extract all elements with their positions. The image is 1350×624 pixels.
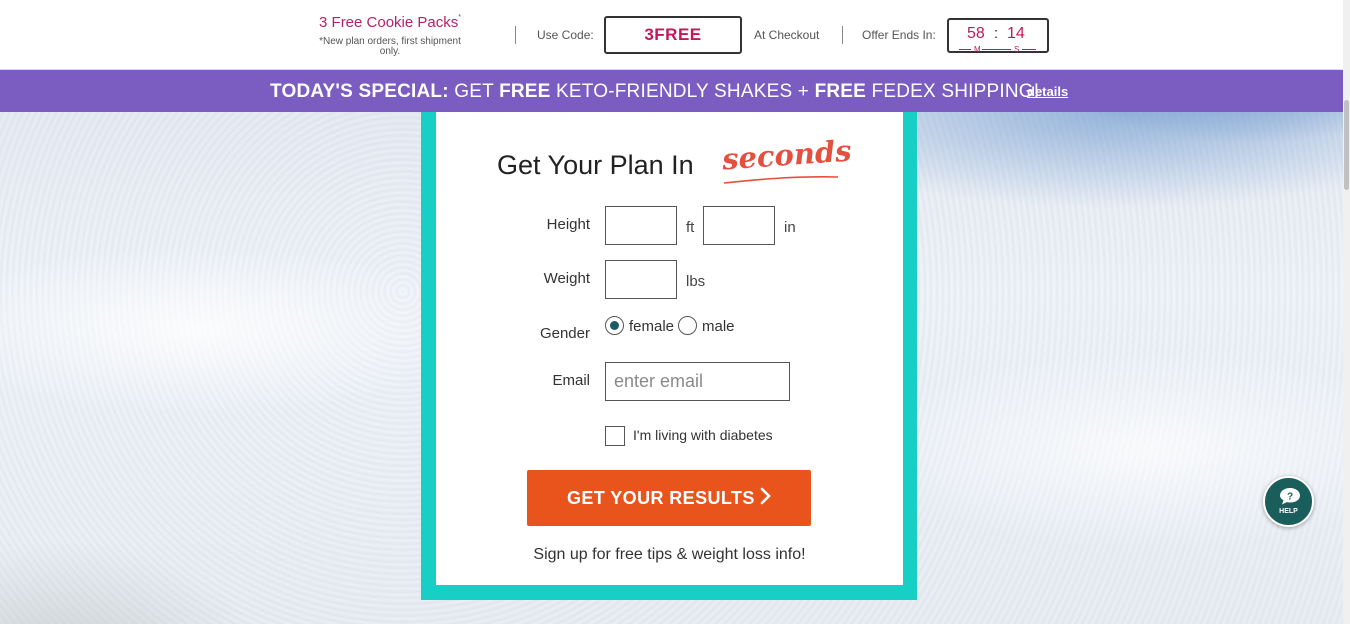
feet-unit-label: ft bbox=[686, 219, 695, 236]
help-button[interactable]: ? HELP bbox=[1263, 476, 1314, 527]
special-offer-banner: TODAY'S SPECIAL: GET FREE KETO-FRIENDLY … bbox=[0, 70, 1343, 112]
svg-text:?: ? bbox=[1287, 492, 1293, 503]
lbs-unit-label: lbs bbox=[686, 273, 706, 290]
accent-underline-decoration bbox=[723, 176, 839, 184]
gender-male-radio[interactable] bbox=[678, 316, 697, 335]
promo-code-box: 3FREE bbox=[604, 16, 742, 54]
timer-separator: : bbox=[994, 25, 999, 42]
inches-unit-label: in bbox=[784, 219, 796, 236]
email-label: Email bbox=[552, 372, 590, 389]
chevron-right-icon bbox=[760, 487, 772, 511]
timer-seconds: 14 bbox=[1007, 25, 1025, 42]
countdown-timer: 58 : 14 M S bbox=[947, 18, 1049, 54]
signup-note: Sign up for free tips & weight loss info… bbox=[533, 546, 806, 563]
special-lead: TODAY'S SPECIAL: bbox=[270, 81, 449, 102]
form-title: Get Your Plan In bbox=[497, 150, 694, 180]
timer-line bbox=[982, 49, 1011, 50]
chat-question-icon: ? bbox=[1280, 488, 1300, 505]
gender-female-radio[interactable] bbox=[605, 316, 624, 335]
special-free-2: FREE bbox=[814, 81, 867, 102]
help-label: HELP bbox=[1279, 508, 1298, 515]
timer-line bbox=[959, 49, 971, 50]
page-scrollbar[interactable] bbox=[1343, 0, 1350, 624]
promo-footnote: *New plan orders, first shipment only. bbox=[319, 36, 461, 57]
get-results-label: GET YOUR RESULTS bbox=[567, 488, 755, 508]
weight-input[interactable] bbox=[605, 260, 677, 299]
timer-minutes-unit: M bbox=[974, 45, 981, 54]
diabetes-checkbox[interactable] bbox=[605, 426, 625, 446]
timer-minutes: 58 bbox=[967, 25, 985, 42]
use-code-label: Use Code: bbox=[537, 28, 594, 42]
gender-male-label[interactable]: male bbox=[702, 318, 735, 335]
get-results-button[interactable]: GET YOUR RESULTS bbox=[527, 470, 811, 526]
timer-seconds-unit: S bbox=[1014, 45, 1020, 54]
special-end: FEDEX SHIPPING! bbox=[871, 81, 1040, 102]
special-middle: KETO-FRIENDLY SHAKES + bbox=[556, 81, 810, 102]
at-checkout-label: At Checkout bbox=[754, 28, 820, 42]
divider bbox=[842, 26, 843, 44]
gender-female-label[interactable]: female bbox=[629, 318, 674, 335]
email-input[interactable] bbox=[605, 362, 790, 401]
height-label: Height bbox=[546, 216, 590, 233]
promo-bar: 3 Free Cookie Packs* *New plan orders, f… bbox=[0, 0, 1343, 70]
scrollbar-thumb[interactable] bbox=[1344, 100, 1349, 190]
diabetes-checkbox-label[interactable]: I'm living with diabetes bbox=[633, 427, 773, 443]
promo-asterisk: * bbox=[458, 14, 461, 21]
timer-line bbox=[1022, 49, 1036, 50]
height-feet-input[interactable] bbox=[605, 206, 677, 245]
height-inches-input[interactable] bbox=[703, 206, 775, 245]
details-link[interactable]: details bbox=[1027, 84, 1068, 99]
special-get: GET bbox=[454, 81, 494, 102]
special-free-1: FREE bbox=[499, 81, 551, 102]
special-offer-text: TODAY'S SPECIAL: GET FREE KETO-FRIENDLY … bbox=[270, 81, 1039, 103]
promo-title: 3 Free Cookie Packs* bbox=[319, 14, 461, 31]
gender-label: Gender bbox=[539, 325, 590, 342]
offer-ends-label: Offer Ends In: bbox=[862, 28, 936, 42]
divider bbox=[515, 26, 516, 44]
weight-label: Weight bbox=[543, 270, 590, 287]
